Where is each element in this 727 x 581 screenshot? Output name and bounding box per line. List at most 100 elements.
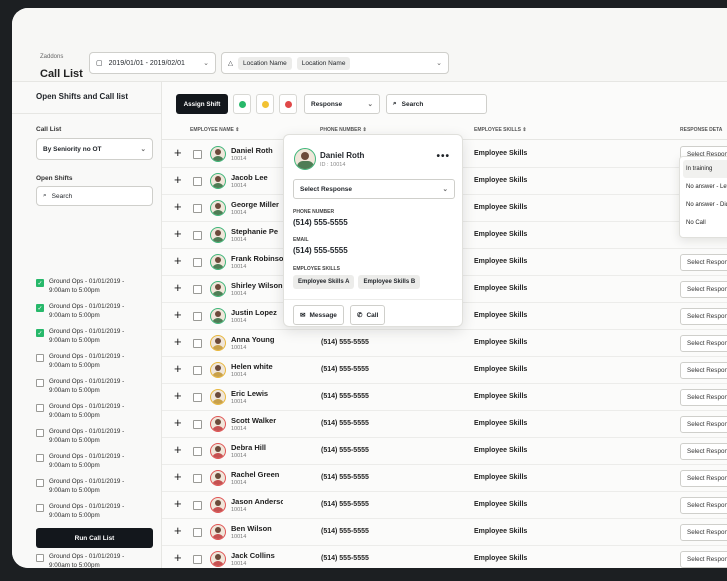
employee-name[interactable]: Rachel Green (231, 470, 283, 479)
plus-icon[interactable]: + (174, 227, 182, 241)
plus-icon[interactable]: + (174, 146, 182, 160)
response-select[interactable]: Select Response (680, 470, 727, 487)
response-select[interactable]: Select Response (680, 335, 727, 352)
shift-checkbox[interactable] (36, 429, 44, 437)
plus-icon[interactable]: + (174, 173, 182, 187)
message-button[interactable]: ✉ Message (293, 305, 344, 325)
status-filter-yellow[interactable] (256, 94, 274, 114)
table-search-input[interactable]: ⌕ Search (386, 94, 487, 114)
response-select[interactable]: Select Response (680, 362, 727, 379)
row-checkbox[interactable] (193, 501, 202, 510)
response-select[interactable]: Select Response (680, 281, 727, 298)
row-checkbox[interactable] (193, 312, 202, 321)
row-checkbox[interactable] (193, 204, 202, 213)
plus-icon[interactable]: + (174, 335, 182, 349)
shift-checkbox[interactable] (36, 454, 44, 462)
plus-icon[interactable]: + (174, 362, 182, 376)
shift-search-input[interactable]: ⌕ Search (36, 186, 153, 206)
response-option[interactable]: No answer - Did ... (680, 196, 727, 214)
row-checkbox[interactable] (193, 150, 202, 159)
response-option[interactable]: No Call (680, 214, 727, 232)
shift-item[interactable]: Ground Ops - 01/01/2019 -9:00am to 5:00p… (36, 503, 161, 528)
popover-response-select[interactable]: Select Response ⌄ (293, 179, 455, 199)
response-option[interactable]: In training (683, 160, 727, 178)
call-button[interactable]: ✆ Call (350, 305, 386, 325)
plus-icon[interactable]: + (174, 254, 182, 268)
response-select[interactable]: Select Response (680, 416, 727, 433)
employee-name[interactable]: Anna Young (231, 335, 283, 344)
plus-icon[interactable]: + (174, 524, 182, 538)
status-filter-green[interactable] (233, 94, 251, 114)
employee-name[interactable]: Stephanie Pe (231, 227, 283, 236)
shift-item[interactable]: ✓ Ground Ops - 01/01/2019 -9:00am to 5:00… (36, 278, 161, 303)
row-checkbox[interactable] (193, 555, 202, 564)
response-select[interactable]: Select Response (680, 497, 727, 514)
shift-checkbox[interactable]: ✓ (36, 304, 44, 312)
employee-name[interactable]: Helen white (231, 362, 283, 371)
shift-item[interactable]: Ground Ops - 01/01/2019 -9:00am to 5:00p… (36, 428, 161, 453)
response-select[interactable]: Select Response (680, 254, 727, 271)
employee-name[interactable]: Daniel Roth (231, 146, 283, 155)
row-checkbox[interactable] (193, 231, 202, 240)
row-checkbox[interactable] (193, 393, 202, 402)
response-select[interactable]: Select Response (680, 551, 727, 568)
row-checkbox[interactable] (193, 366, 202, 375)
shift-checkbox[interactable]: ✓ (36, 279, 44, 287)
employee-name[interactable]: Debra Hill (231, 443, 283, 452)
employee-name[interactable]: Justin Lopez (231, 308, 283, 317)
row-checkbox[interactable] (193, 285, 202, 294)
plus-icon[interactable]: + (174, 281, 182, 295)
response-select[interactable]: Select Response (680, 389, 727, 406)
employee-name[interactable]: Jason Anderson (231, 497, 283, 506)
shift-checkbox[interactable] (36, 554, 44, 562)
column-employee-name[interactable]: EMPLOYEE NAME ⇕ (190, 127, 239, 133)
response-select[interactable]: Select Response (680, 524, 727, 541)
plus-icon[interactable]: + (174, 443, 182, 457)
shift-item[interactable]: Ground Ops - 01/01/2019 -9:00am to 5:00p… (36, 403, 161, 428)
plus-icon[interactable]: + (174, 389, 182, 403)
shift-item[interactable]: ✓ Ground Ops - 01/01/2019 -9:00am to 5:00… (36, 303, 161, 328)
shift-checkbox[interactable] (36, 479, 44, 487)
row-checkbox[interactable] (193, 177, 202, 186)
date-range-picker[interactable]: ▢ 2019/01/01 - 2019/02/01 ⌄ (89, 52, 216, 74)
plus-icon[interactable]: + (174, 551, 182, 565)
shift-item[interactable]: ✓ Ground Ops - 01/01/2019 -9:00am to 5:00… (36, 328, 161, 353)
column-phone-number[interactable]: PHONE NUMBER ⇕ (320, 127, 367, 133)
call-list-select[interactable]: By Seniority no OT ⌄ (36, 138, 153, 160)
employee-name[interactable]: Ben Wilson (231, 524, 283, 533)
status-filter-red[interactable] (279, 94, 297, 114)
employee-name[interactable]: Frank Robinson (231, 254, 283, 263)
shift-item[interactable]: Ground Ops - 01/01/2019 -9:00am to 5:00p… (36, 453, 161, 478)
shift-checkbox[interactable] (36, 504, 44, 512)
more-options-icon[interactable]: ••• (436, 151, 450, 162)
response-filter-select[interactable]: Response ⌄ (304, 94, 380, 114)
row-checkbox[interactable] (193, 447, 202, 456)
employee-name[interactable]: Scott Walker (231, 416, 283, 425)
employee-name[interactable]: Jack Collins (231, 551, 283, 560)
location-filter[interactable]: △ Location Name Location Name ⌄ (221, 52, 449, 74)
employee-name[interactable]: Eric Lewis (231, 389, 283, 398)
row-checkbox[interactable] (193, 339, 202, 348)
employee-name[interactable]: Shirley Wilson (231, 281, 283, 290)
employee-name[interactable]: George Miller (231, 200, 283, 209)
row-checkbox[interactable] (193, 474, 202, 483)
row-checkbox[interactable] (193, 258, 202, 267)
response-option[interactable]: No answer - Left... (680, 178, 727, 196)
shift-item[interactable]: Ground Ops - 01/01/2019 -9:00am to 5:00p… (36, 478, 161, 503)
response-select[interactable]: Select Response (680, 443, 727, 460)
shift-item[interactable]: Ground Ops - 01/01/2019 -9:00am to 5:00p… (36, 553, 161, 568)
run-call-list-button[interactable]: Run Call List (36, 528, 153, 548)
shift-checkbox[interactable]: ✓ (36, 329, 44, 337)
row-checkbox[interactable] (193, 528, 202, 537)
shift-checkbox[interactable] (36, 404, 44, 412)
assign-shift-button[interactable]: Assign Shift (176, 94, 228, 114)
shift-checkbox[interactable] (36, 354, 44, 362)
shift-item[interactable]: Ground Ops - 01/01/2019 -9:00am to 5:00p… (36, 353, 161, 378)
row-checkbox[interactable] (193, 420, 202, 429)
plus-icon[interactable]: + (174, 497, 182, 511)
plus-icon[interactable]: + (174, 308, 182, 322)
plus-icon[interactable]: + (174, 470, 182, 484)
shift-checkbox[interactable] (36, 379, 44, 387)
column-employee-skills[interactable]: EMPLOYEE SKILLS ⇕ (474, 127, 527, 133)
response-select[interactable]: Select Response (680, 308, 727, 325)
